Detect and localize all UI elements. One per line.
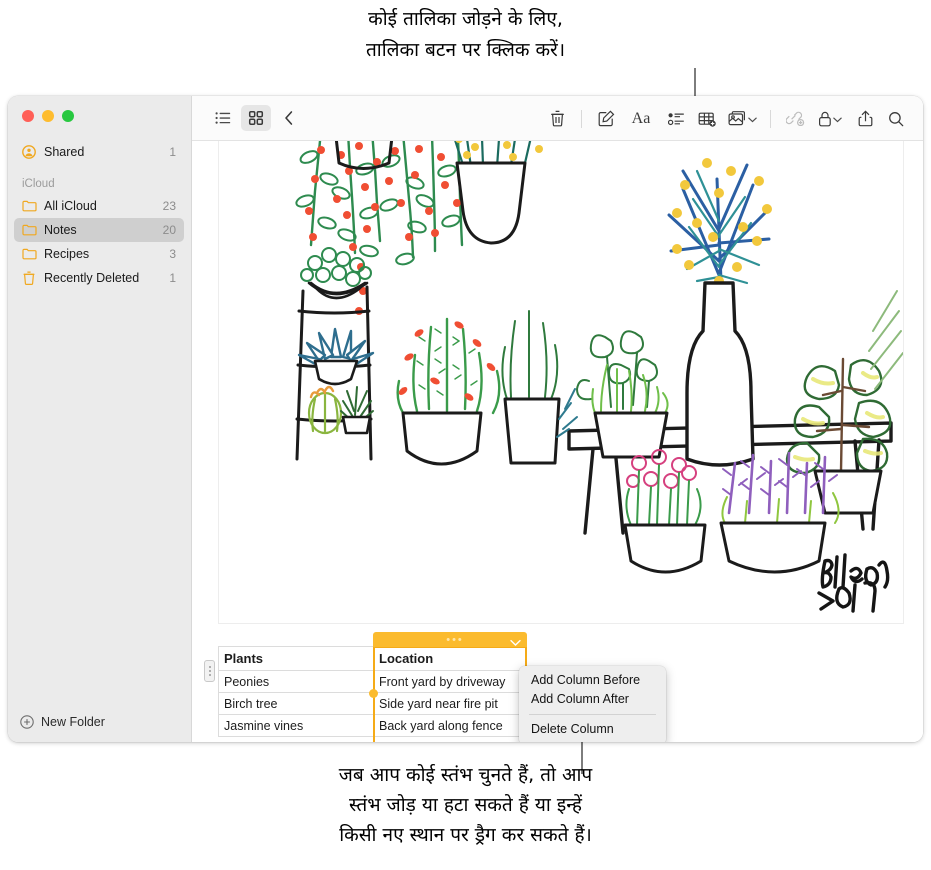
toolbar-divider [770, 109, 771, 128]
hand-drawn-plants-illustration[interactable] [218, 141, 904, 624]
sidebar-item-all-icloud[interactable]: All iCloud 23 [14, 194, 184, 218]
table-icon[interactable] [692, 106, 722, 132]
share-icon[interactable] [850, 106, 880, 132]
chevron-down-icon[interactable] [510, 634, 521, 652]
new-folder-button[interactable]: New Folder [8, 702, 192, 742]
compose-icon[interactable] [591, 106, 621, 132]
sidebar-item-label: Notes [44, 223, 77, 237]
chevron-down-icon[interactable] [833, 110, 842, 128]
gallery-view-icon[interactable] [241, 105, 271, 131]
main-pane: Aa Plants Location Peonies Front yard by… [192, 96, 923, 742]
sidebar-item-label: Shared [44, 145, 85, 159]
toolbar-left-group [192, 105, 304, 131]
media-icon[interactable] [723, 106, 761, 132]
format-aa-icon[interactable]: Aa [622, 106, 660, 132]
table-cell[interactable]: Side yard near fire pit [373, 692, 527, 715]
toolbar: Aa [192, 96, 923, 141]
chevron-down-icon[interactable] [747, 110, 757, 128]
sidebar-item-label: All iCloud [44, 199, 97, 213]
sidebar: Shared 1 iCloud All iCloud 23 Notes 20 R… [8, 96, 192, 742]
top-callout-text: कोई तालिका जोड़ने के लिए, तालिका बटन पर … [365, 8, 566, 61]
minimize-window-button[interactable] [42, 110, 54, 122]
table-cell[interactable]: Jasmine vines [218, 714, 374, 737]
folder-icon [20, 198, 38, 214]
sidebar-item-count: 23 [162, 199, 176, 213]
shared-person-icon [20, 144, 38, 160]
back-chevron-icon[interactable] [274, 105, 304, 131]
bottom-callout-text: जब आप कोई स्तंभ चुनते हैं, तो आप स्तंभ ज… [338, 764, 593, 846]
menu-item-add-column-before[interactable]: Add Column Before [519, 671, 666, 690]
sidebar-item-count: 3 [169, 247, 176, 261]
lock-icon[interactable] [811, 106, 849, 132]
plus-circle-icon [20, 715, 34, 729]
sidebar-item-count: 1 [169, 145, 176, 159]
notes-window: Shared 1 iCloud All iCloud 23 Notes 20 R… [8, 96, 923, 742]
toolbar-right-group: Aa [542, 96, 911, 141]
sidebar-item-recipes[interactable]: Recipes 3 [14, 242, 184, 266]
table-header-cell[interactable]: Plants [218, 646, 374, 671]
sidebar-item-label: Recently Deleted [44, 271, 140, 285]
new-folder-label: New Folder [41, 715, 105, 729]
row-drag-handle[interactable] [204, 660, 215, 682]
table-cell[interactable]: Birch tree [218, 692, 374, 715]
trash-icon [20, 270, 38, 286]
menu-item-delete-column[interactable]: Delete Column [519, 720, 666, 739]
table-row: Jasmine vines Back yard along fence [218, 714, 527, 737]
table-cell[interactable]: Back yard along fence [373, 714, 527, 737]
close-window-button[interactable] [22, 110, 34, 122]
sidebar-item-label: Recipes [44, 247, 90, 261]
toolbar-divider [581, 109, 582, 128]
column-selection-handle[interactable]: ••• [373, 632, 527, 647]
zoom-window-button[interactable] [62, 110, 74, 122]
column-context-menu: Add Column Before Add Column After Delet… [519, 666, 666, 742]
trash-icon[interactable] [542, 106, 572, 132]
sidebar-item-count: 20 [162, 223, 176, 237]
table-cell[interactable]: Front yard by driveway [373, 670, 527, 693]
folder-icon [20, 246, 38, 262]
table-cell[interactable]: Peonies [218, 670, 374, 693]
list-view-icon[interactable] [208, 105, 238, 131]
sidebar-item-notes[interactable]: Notes 20 [14, 218, 184, 242]
note-body: Plants Location Peonies Front yard by dr… [192, 141, 923, 742]
table-header-cell[interactable]: Location [373, 646, 527, 671]
folder-icon [20, 222, 38, 238]
window-traffic-lights [22, 110, 74, 122]
sidebar-list: Shared 1 iCloud All iCloud 23 Notes 20 R… [8, 140, 192, 290]
screenshot-root: कोई तालिका जोड़ने के लिए, तालिका बटन पर … [0, 0, 931, 870]
table-header-row: Plants Location [218, 646, 527, 671]
menu-item-add-column-after[interactable]: Add Column After [519, 690, 666, 709]
note-table-container: Plants Location Peonies Front yard by dr… [204, 632, 558, 742]
sidebar-item-count: 1 [169, 271, 176, 285]
sidebar-item-shared[interactable]: Shared 1 [14, 140, 184, 164]
sidebar-section-header: iCloud [22, 178, 55, 190]
search-icon[interactable] [881, 106, 911, 132]
checklist-icon[interactable] [661, 106, 691, 132]
artist-signature [817, 553, 890, 613]
link-add-icon[interactable] [780, 106, 810, 132]
menu-divider [529, 714, 656, 715]
column-resize-dot-handle[interactable] [369, 689, 378, 698]
sidebar-item-recently-deleted[interactable]: Recently Deleted 1 [14, 266, 184, 290]
